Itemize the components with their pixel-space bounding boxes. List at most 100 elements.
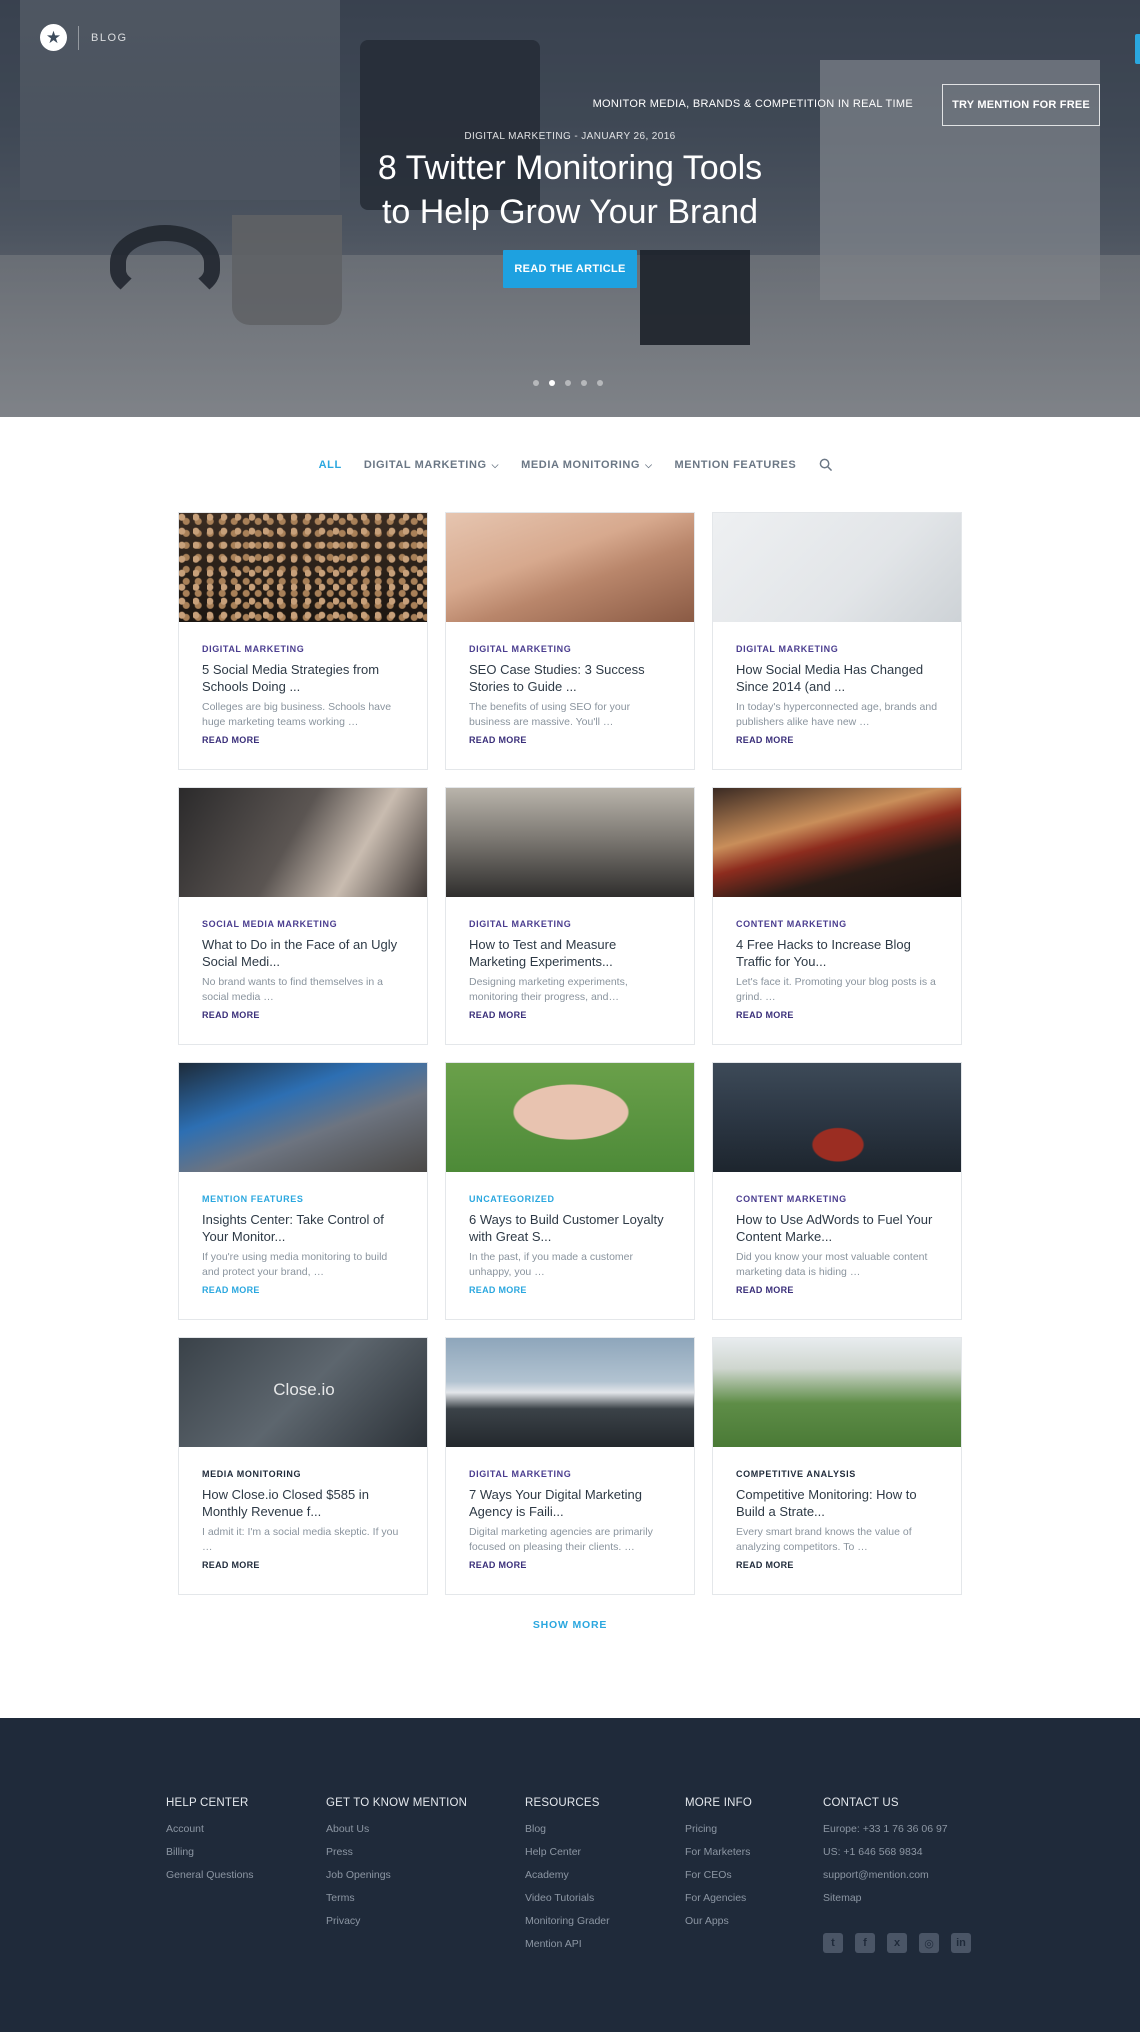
footer-link[interactable]: Monitoring Grader — [525, 1915, 610, 1927]
article-card[interactable]: DIGITAL MARKETING How to Test and Measur… — [445, 787, 695, 1045]
slider-dot[interactable] — [549, 380, 555, 386]
read-more-link[interactable]: READ MORE — [202, 1010, 404, 1020]
footer-link[interactable]: Our Apps — [685, 1915, 752, 1927]
article-card[interactable]: CONTENT MARKETING 4 Free Hacks to Increa… — [712, 787, 962, 1045]
footer-link[interactable]: Blog — [525, 1823, 610, 1835]
article-image[interactable] — [179, 788, 427, 897]
linkedin-icon[interactable]: in — [951, 1933, 971, 1953]
article-title[interactable]: How Close.io Closed $585 in Monthly Reve… — [202, 1486, 404, 1520]
article-card[interactable]: DIGITAL MARKETING 7 Ways Your Digital Ma… — [445, 1337, 695, 1595]
article-image[interactable] — [446, 788, 694, 897]
article-title[interactable]: What to Do in the Face of an Ugly Social… — [202, 936, 404, 970]
article-image[interactable] — [713, 1063, 961, 1172]
footer-link[interactable]: support@mention.com — [823, 1869, 948, 1881]
article-title[interactable]: Competitive Monitoring: How to Build a S… — [736, 1486, 938, 1520]
footer-link[interactable]: For Agencies — [685, 1892, 752, 1904]
article-title[interactable]: 4 Free Hacks to Increase Blog Traffic fo… — [736, 936, 938, 970]
article-image[interactable]: Close.io — [179, 1338, 427, 1447]
read-article-button[interactable]: READ THE ARTICLE — [503, 250, 637, 288]
footer-link[interactable]: About Us — [326, 1823, 467, 1835]
article-card[interactable]: DIGITAL MARKETING How Social Media Has C… — [712, 512, 962, 770]
article-category[interactable]: MEDIA MONITORING — [202, 1469, 404, 1479]
read-more-link[interactable]: READ MORE — [202, 1560, 404, 1570]
article-category[interactable]: MENTION FEATURES — [202, 1194, 404, 1204]
side-tab[interactable] — [1135, 34, 1140, 64]
blog-label[interactable]: BLOG — [91, 32, 128, 44]
footer-link[interactable]: Pricing — [685, 1823, 752, 1835]
article-card[interactable]: Close.io MEDIA MONITORING How Close.io C… — [178, 1337, 428, 1595]
footer-link[interactable]: Job Openings — [326, 1869, 467, 1881]
mention-logo-icon[interactable]: ★ — [40, 24, 67, 51]
read-more-link[interactable]: READ MORE — [736, 1010, 938, 1020]
read-more-link[interactable]: READ MORE — [469, 1285, 671, 1295]
slider-dot[interactable] — [533, 380, 539, 386]
article-title[interactable]: How to Test and Measure Marketing Experi… — [469, 936, 671, 970]
article-category[interactable]: DIGITAL MARKETING — [469, 919, 671, 929]
nav-item-digital-marketing[interactable]: DIGITAL MARKETING ⌵ — [364, 459, 499, 471]
article-title[interactable]: SEO Case Studies: 3 Success Stories to G… — [469, 661, 671, 695]
article-title[interactable]: Insights Center: Take Control of Your Mo… — [202, 1211, 404, 1245]
footer-link[interactable]: Mention API — [525, 1938, 610, 1950]
footer-link[interactable]: Terms — [326, 1892, 467, 1904]
footer-link[interactable]: Help Center — [525, 1846, 610, 1858]
article-category[interactable]: DIGITAL MARKETING — [736, 644, 938, 654]
slider-dot[interactable] — [597, 380, 603, 386]
read-more-link[interactable]: READ MORE — [202, 1285, 404, 1295]
article-image[interactable] — [713, 513, 961, 622]
footer-link[interactable]: General Questions — [166, 1869, 254, 1881]
search-icon[interactable] — [819, 458, 833, 471]
article-category[interactable]: DIGITAL MARKETING — [469, 644, 671, 654]
show-more-link[interactable]: SHOW MORE — [0, 1619, 1140, 1631]
footer-link[interactable]: Privacy — [326, 1915, 467, 1927]
read-more-link[interactable]: READ MORE — [736, 1560, 938, 1570]
footer-link[interactable]: Europe: +33 1 76 36 06 97 — [823, 1823, 948, 1835]
article-image[interactable] — [713, 788, 961, 897]
footer-link[interactable]: Press — [326, 1846, 467, 1858]
footer-link[interactable]: For Marketers — [685, 1846, 752, 1858]
article-title[interactable]: 6 Ways to Build Customer Loyalty with Gr… — [469, 1211, 671, 1245]
facebook-icon[interactable]: f — [855, 1933, 875, 1953]
article-image[interactable] — [446, 513, 694, 622]
article-card[interactable]: MENTION FEATURES Insights Center: Take C… — [178, 1062, 428, 1320]
read-more-link[interactable]: READ MORE — [736, 735, 938, 745]
article-category[interactable]: CONTENT MARKETING — [736, 1194, 938, 1204]
article-category[interactable]: COMPETITIVE ANALYSIS — [736, 1469, 938, 1479]
article-image[interactable] — [713, 1338, 961, 1447]
read-more-link[interactable]: READ MORE — [469, 1010, 671, 1020]
footer-link[interactable]: Video Tutorials — [525, 1892, 610, 1904]
instagram-icon[interactable]: ◎ — [919, 1933, 939, 1953]
article-title[interactable]: How to Use AdWords to Fuel Your Content … — [736, 1211, 938, 1245]
article-image[interactable] — [179, 513, 427, 622]
article-category[interactable]: DIGITAL MARKETING — [469, 1469, 671, 1479]
xing-icon[interactable]: x — [887, 1933, 907, 1953]
article-card[interactable]: SOCIAL MEDIA MARKETING What to Do in the… — [178, 787, 428, 1045]
footer-link[interactable]: Account — [166, 1823, 254, 1835]
nav-item-mention-features[interactable]: MENTION FEATURES — [675, 459, 797, 471]
footer-link[interactable]: Academy — [525, 1869, 610, 1881]
footer-link[interactable]: US: +1 646 568 9834 — [823, 1846, 948, 1858]
article-category[interactable]: UNCATEGORIZED — [469, 1194, 671, 1204]
article-card[interactable]: UNCATEGORIZED 6 Ways to Build Customer L… — [445, 1062, 695, 1320]
read-more-link[interactable]: READ MORE — [736, 1285, 938, 1295]
read-more-link[interactable]: READ MORE — [469, 735, 671, 745]
article-title[interactable]: How Social Media Has Changed Since 2014 … — [736, 661, 938, 695]
footer-link[interactable]: Billing — [166, 1846, 254, 1858]
article-card[interactable]: DIGITAL MARKETING SEO Case Studies: 3 Su… — [445, 512, 695, 770]
article-title[interactable]: 7 Ways Your Digital Marketing Agency is … — [469, 1486, 671, 1520]
article-card[interactable]: CONTENT MARKETING How to Use AdWords to … — [712, 1062, 962, 1320]
article-image[interactable] — [446, 1063, 694, 1172]
article-card[interactable]: DIGITAL MARKETING 5 Social Media Strateg… — [178, 512, 428, 770]
read-more-link[interactable]: READ MORE — [202, 735, 404, 745]
footer-link[interactable]: For CEOs — [685, 1869, 752, 1881]
article-image[interactable] — [446, 1338, 694, 1447]
slider-dot[interactable] — [581, 380, 587, 386]
article-title[interactable]: 5 Social Media Strategies from Schools D… — [202, 661, 404, 695]
nav-item-all[interactable]: ALL — [319, 459, 342, 471]
read-more-link[interactable]: READ MORE — [469, 1560, 671, 1570]
try-mention-button[interactable]: TRY MENTION FOR FREE — [942, 84, 1100, 126]
article-image[interactable] — [179, 1063, 427, 1172]
nav-item-media-monitoring[interactable]: MEDIA MONITORING ⌵ — [521, 459, 652, 471]
article-category[interactable]: DIGITAL MARKETING — [202, 644, 404, 654]
footer-link[interactable]: Sitemap — [823, 1892, 948, 1904]
article-category[interactable]: SOCIAL MEDIA MARKETING — [202, 919, 404, 929]
